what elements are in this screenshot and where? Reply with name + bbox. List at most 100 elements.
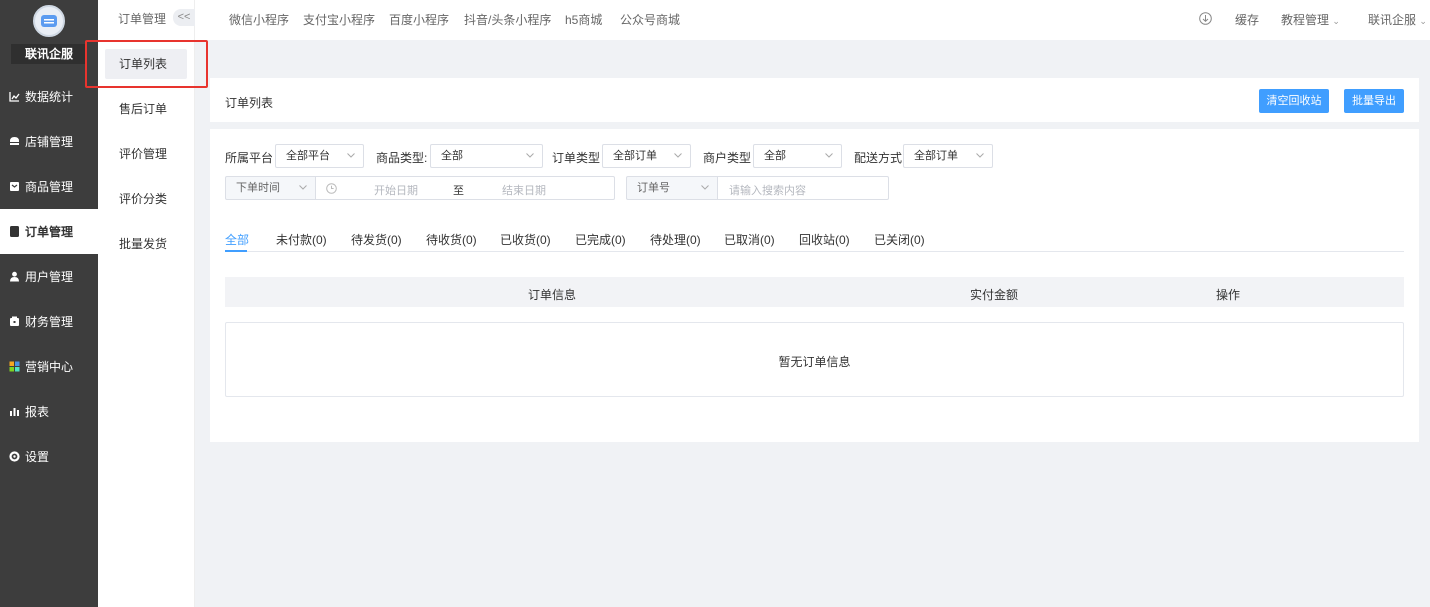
- collapse-button[interactable]: <<: [173, 9, 195, 26]
- sidebar-item-label: 报表: [25, 405, 50, 419]
- start-date-input[interactable]: 开始日期: [374, 182, 418, 198]
- sidebar-item-stats[interactable]: 数据统计: [0, 74, 98, 119]
- chevron-down-icon: [674, 153, 682, 158]
- top-link-baidu[interactable]: 百度小程序: [389, 11, 449, 28]
- sidebar-item-label: 设置: [25, 450, 50, 464]
- end-date-input[interactable]: 结束日期: [502, 182, 546, 198]
- top-link-h5[interactable]: h5商城: [565, 11, 602, 28]
- merchant-type-select[interactable]: 全部: [753, 144, 842, 168]
- marketing-icon: [9, 361, 20, 372]
- submenu-item-reviews[interactable]: 评价管理: [105, 139, 187, 169]
- highlight-annotation: [85, 40, 208, 88]
- sidebar-item-finance[interactable]: 财务管理: [0, 299, 98, 344]
- chevron-down-icon: [347, 153, 355, 158]
- page-header-card: 订单列表 清空回收站 批量导出: [210, 78, 1419, 122]
- sidebar-item-goods[interactable]: 商品管理: [0, 164, 98, 209]
- search-input[interactable]: 请输入搜索内容: [717, 176, 889, 200]
- main-sidebar: 联讯企服 数据统计 店铺管理 商品管理 订单管理 用户管理 财务管理 营销中心: [0, 0, 98, 607]
- platform-select[interactable]: 全部平台: [275, 144, 364, 168]
- tab-closed[interactable]: 已关闭(0): [874, 231, 925, 248]
- sidebar-item-users[interactable]: 用户管理: [0, 254, 98, 299]
- tab-unpaid[interactable]: 未付款(0): [276, 231, 327, 248]
- top-link-alipay[interactable]: 支付宝小程序: [303, 11, 375, 28]
- sidebar-item-label: 店铺管理: [25, 135, 74, 149]
- delivery-select[interactable]: 全部订单: [903, 144, 993, 168]
- download-icon[interactable]: [1199, 12, 1212, 25]
- order-type-select[interactable]: 全部订单: [602, 144, 691, 168]
- submenu-item-batch-ship[interactable]: 批量发货: [105, 229, 187, 259]
- account-menu[interactable]: 联讯企服 ⌄: [1368, 11, 1427, 28]
- submenu-item-review-categories[interactable]: 评价分类: [105, 184, 187, 214]
- column-actions: 操作: [1216, 288, 1241, 302]
- sidebar-item-label: 财务管理: [25, 315, 74, 329]
- sidebar-item-label: 营销中心: [25, 360, 74, 374]
- delivery-value: 全部订单: [914, 150, 958, 162]
- active-tab-indicator: [225, 250, 247, 252]
- search-placeholder: 请输入搜索内容: [729, 185, 806, 197]
- chevron-down-icon: [526, 153, 534, 158]
- top-link-wechat[interactable]: 微信小程序: [229, 11, 289, 28]
- time-type-select[interactable]: 下单时间: [225, 176, 316, 200]
- bar-chart-icon: [9, 406, 20, 417]
- page-title: 订单列表: [225, 96, 274, 110]
- sidebar-item-label: 用户管理: [25, 270, 74, 284]
- tab-completed[interactable]: 已完成(0): [575, 231, 626, 248]
- top-bar: 微信小程序 支付宝小程序 百度小程序 抖音/头条小程序 h5商城 公众号商城 缓…: [195, 0, 1430, 40]
- chevron-down-icon: ⌄: [1332, 16, 1340, 26]
- chevron-down-icon: [976, 153, 984, 158]
- brand-name: 联讯企服: [11, 44, 87, 64]
- chevron-down-icon: ⌄: [1419, 16, 1427, 26]
- column-paid-amount: 实付金额: [970, 288, 1019, 302]
- logo-icon: [41, 15, 57, 27]
- search-field-select[interactable]: 订单号: [626, 176, 718, 200]
- tab-cancelled[interactable]: 已取消(0): [724, 231, 775, 248]
- tab-all[interactable]: 全部: [225, 231, 249, 248]
- brand-logo[interactable]: [33, 5, 65, 37]
- sidebar-item-marketing[interactable]: 营销中心: [0, 344, 98, 389]
- order-status-tabs: 全部 未付款(0) 待发货(0) 待收货(0) 已收货(0) 已完成(0) 待处…: [225, 229, 1404, 252]
- batch-export-button[interactable]: 批量导出: [1344, 89, 1404, 113]
- account-label: 联讯企服: [1368, 13, 1417, 27]
- shop-icon: [9, 136, 20, 147]
- cache-button[interactable]: 缓存: [1235, 11, 1259, 28]
- top-link-official-account[interactable]: 公众号商城: [620, 11, 680, 28]
- tab-recycle-bin[interactable]: 回收站(0): [799, 231, 850, 248]
- sidebar-nav: 数据统计 店铺管理 商品管理 订单管理 用户管理 财务管理 营销中心 报表 设置: [0, 74, 98, 479]
- tab-pending[interactable]: 待处理(0): [650, 231, 701, 248]
- sidebar-item-label: 数据统计: [25, 90, 74, 104]
- platform-label: 所属平台: [225, 151, 274, 165]
- merchant-type-label: 商户类型: [703, 151, 752, 165]
- goods-type-select[interactable]: 全部: [430, 144, 543, 168]
- date-range-picker[interactable]: 开始日期 至 结束日期: [315, 176, 615, 200]
- sub-menu: 订单管理 << 订单列表 售后订单 评价管理 评价分类 批量发货: [98, 0, 195, 607]
- tab-to-receive[interactable]: 待收货(0): [426, 231, 477, 248]
- gear-icon: [9, 451, 20, 462]
- search-field-value: 订单号: [637, 182, 670, 194]
- chevron-down-icon: [299, 185, 307, 190]
- goods-type-label: 商品类型:: [376, 151, 428, 165]
- tab-received[interactable]: 已收货(0): [500, 231, 551, 248]
- sidebar-item-shop[interactable]: 店铺管理: [0, 119, 98, 164]
- top-link-douyin[interactable]: 抖音/头条小程序: [464, 11, 551, 28]
- platform-value: 全部平台: [286, 150, 330, 162]
- empty-message: 暂无订单信息: [778, 355, 851, 369]
- order-list-card: 所属平台 全部平台 商品类型: 全部 订单类型 全部订单 商户类型 全部 配送方…: [210, 129, 1419, 442]
- table-header: 订单信息 实付金额 操作: [225, 277, 1404, 307]
- sidebar-item-label: 商品管理: [25, 180, 74, 194]
- tab-to-ship[interactable]: 待发货(0): [351, 231, 402, 248]
- sidebar-item-report[interactable]: 报表: [0, 389, 98, 434]
- date-separator: 至: [453, 185, 464, 197]
- sidebar-item-settings[interactable]: 设置: [0, 434, 98, 479]
- order-doc-icon: [9, 226, 20, 237]
- wallet-icon: [9, 316, 20, 327]
- order-type-label: 订单类型: [552, 151, 601, 165]
- time-type-value: 下单时间: [236, 182, 280, 194]
- goods-box-icon: [9, 181, 20, 192]
- clear-recycle-bin-button[interactable]: 清空回收站: [1259, 89, 1329, 113]
- tutorial-menu[interactable]: 教程管理 ⌄: [1281, 11, 1340, 28]
- order-type-value: 全部订单: [613, 150, 657, 162]
- sidebar-item-orders[interactable]: 订单管理: [0, 209, 98, 254]
- chevron-down-icon: [701, 185, 709, 190]
- submenu-item-after-sale[interactable]: 售后订单: [105, 94, 187, 124]
- empty-state: 暂无订单信息: [225, 322, 1404, 397]
